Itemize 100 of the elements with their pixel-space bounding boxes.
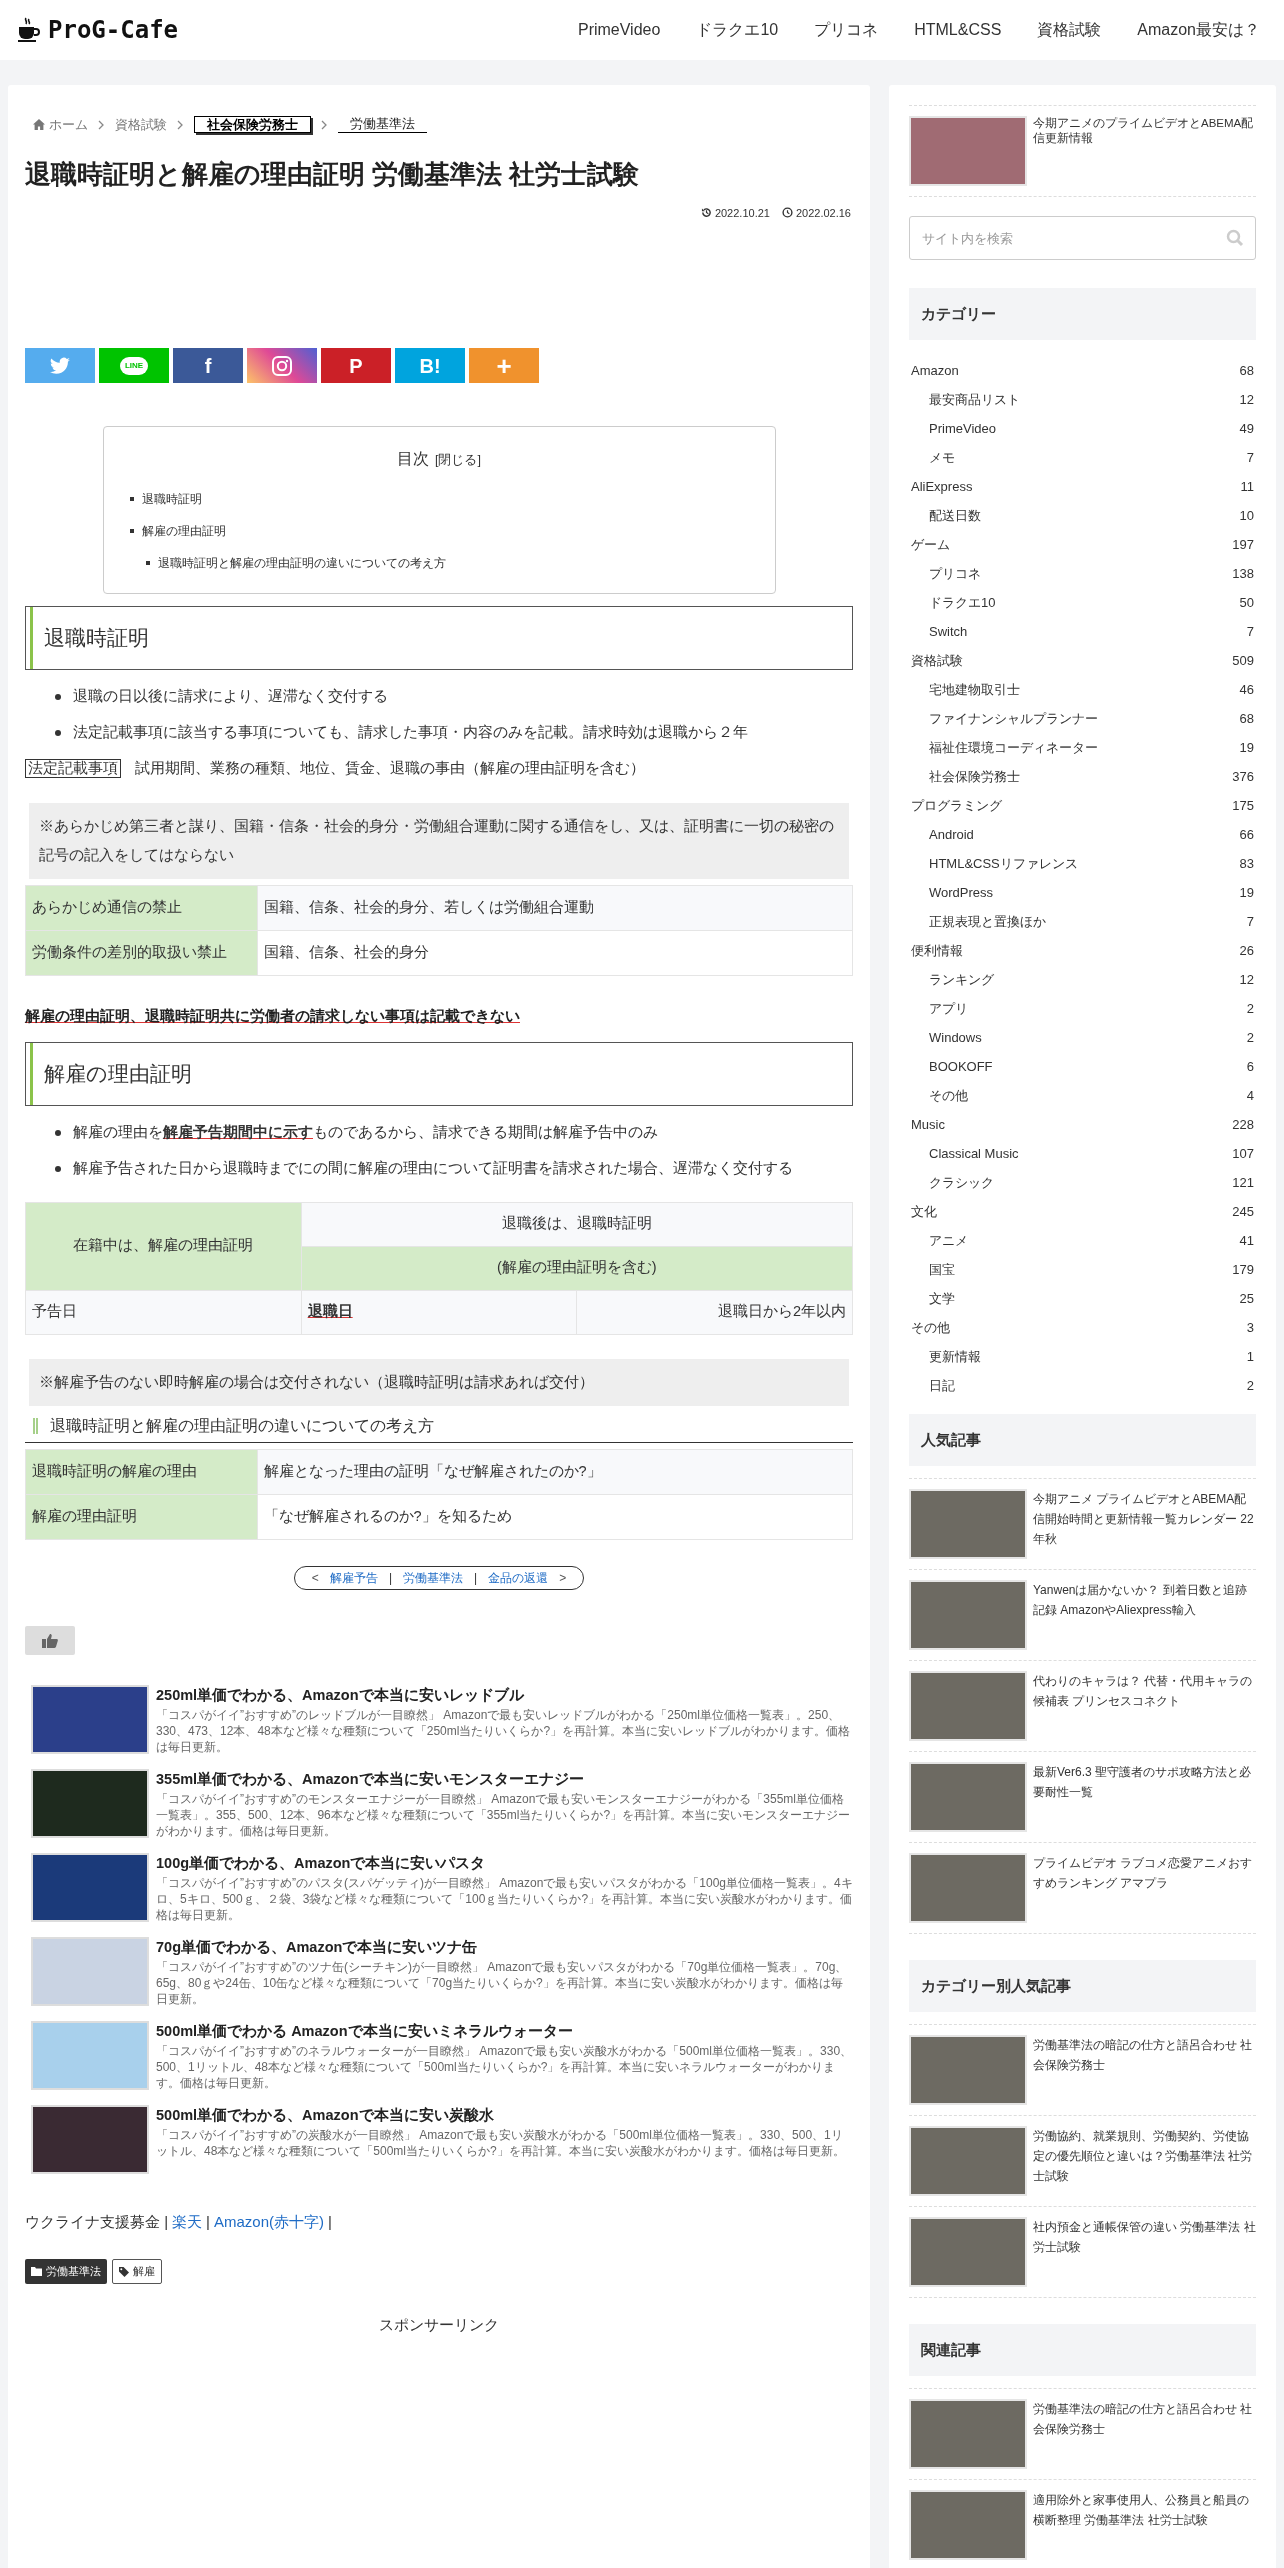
category-link[interactable]: BOOKOFF: [929, 1056, 993, 1077]
post-link[interactable]: 労働基準法の暗記の仕方と語呂合わせ 社会保険労務士: [1033, 2035, 1256, 2105]
category-link[interactable]: その他: [911, 1317, 950, 1338]
category-count: 12: [1239, 970, 1254, 989]
category-link[interactable]: プログラミング: [911, 795, 1002, 816]
category-link[interactable]: Windows: [929, 1027, 982, 1048]
category-link[interactable]: 国宝: [929, 1259, 955, 1280]
post-link[interactable]: 労働基準法の暗記の仕方と語呂合わせ 社会保険労務士: [1033, 2399, 1256, 2469]
bullet-text: 解雇予告された日から退職時までにの間に解雇の理由について証明書を請求された場合、遅滞なく交付する: [73, 1158, 793, 1178]
toc-link[interactable]: 退職時証明と解雇の理由証明の違いについての考え方: [157, 554, 446, 572]
pager-arrow[interactable]: <: [311, 1568, 319, 1587]
category-link[interactable]: 宅地建物取引士: [929, 679, 1020, 700]
category-link[interactable]: WordPress: [929, 882, 994, 903]
post-link[interactable]: プライムビデオ ラブコメ恋愛アニメおすすめランキング アマプラ: [1033, 1853, 1256, 1923]
donation-link[interactable]: 楽天: [172, 2210, 203, 2233]
pager-link[interactable]: 金品の返還: [488, 1568, 549, 1587]
category-count: 138: [1232, 564, 1254, 583]
category-link[interactable]: 日記: [929, 1375, 955, 1396]
category-link[interactable]: Amazon: [911, 360, 959, 381]
bullet-icon: [55, 1165, 61, 1172]
post-tag[interactable]: 解雇: [112, 2259, 162, 2284]
breadcrumb-link[interactable]: 資格試験: [115, 115, 167, 135]
category-link[interactable]: 資格試験: [911, 650, 963, 671]
category-link[interactable]: PrimeVideo: [929, 418, 996, 439]
category-link[interactable]: 文学: [929, 1288, 955, 1309]
update-date: 2022.10.21: [714, 205, 770, 221]
category-link[interactable]: アプリ: [929, 998, 968, 1019]
site-logo[interactable]: ProG-Cafe: [48, 12, 179, 48]
category-link[interactable]: Classical Music: [929, 1143, 1019, 1164]
toc-link[interactable]: 解雇の理由証明: [141, 522, 226, 540]
category-link[interactable]: 正規表現と置換ほか: [929, 911, 1046, 932]
bullet-text: 解雇の理由を解雇予告期間中に示すものであるから、請求できる期間は解雇予告中のみ: [73, 1123, 658, 1142]
pager-link[interactable]: 労働基準法: [403, 1568, 463, 1587]
share-button[interactable]: [247, 348, 317, 383]
search-field[interactable]: サイト内を検索: [909, 216, 1256, 260]
like-button[interactable]: [25, 1625, 75, 1655]
product-link[interactable]: 500ml単価でわかる Amazonで本当に安いミネラルウォーター: [156, 2020, 853, 2041]
category-link[interactable]: ランキング: [929, 969, 994, 990]
category-count: 3: [1246, 1318, 1254, 1337]
category-count: 26: [1239, 941, 1254, 960]
product-link[interactable]: 70g単価でわかる、Amazonで本当に安いツナ缶: [156, 1936, 853, 1957]
category-link[interactable]: AliExpress: [911, 476, 973, 497]
post-link[interactable]: 代わりのキャラは？ 代替・代用キャラの候補表 プリンセスコネクト: [1033, 1671, 1256, 1741]
home-icon: [33, 119, 45, 131]
donation-link[interactable]: Amazon(赤十字): [214, 2210, 324, 2233]
category-link[interactable]: Music: [911, 1114, 945, 1135]
product-description: 「コスパがイイ”おすすめ”のモンスターエナジーが一目瞭然」 Amazonで最も安いモンスターエナジーがわかる「355ml単位価格一覧表」。355、500、12本、96本など様々な種類について「355ml当たりいくらか?」を再計算。本当に安いモンスターエナジーがわかります。価格は毎日更新。: [156, 1790, 852, 1839]
share-button[interactable]: f: [173, 348, 243, 383]
category-link[interactable]: 配送日数: [929, 505, 981, 526]
category-link[interactable]: 最安商品リスト: [929, 389, 1020, 410]
post-link[interactable]: Yanwenは届かないか？ 到着日数と追跡記録 AmazonやAliexpress輸入: [1033, 1580, 1256, 1650]
bullet-icon: [129, 497, 134, 501]
post-link[interactable]: 適用除外と家事使用人、公務員と船員の横断整理 労働基準法 社労士試験: [1033, 2490, 1256, 2560]
category-link[interactable]: アニメ: [929, 1230, 968, 1251]
breadcrumb-link[interactable]: ホーム: [49, 115, 88, 135]
category-link[interactable]: ゲーム: [911, 534, 950, 555]
category-link[interactable]: メモ: [929, 447, 955, 468]
category-link[interactable]: 社会保険労務士: [929, 766, 1020, 787]
breadcrumb-link[interactable]: 労働基準法: [338, 116, 427, 134]
product-link[interactable]: 355ml単価でわかる、Amazonで本当に安いモンスターエナジー: [156, 1768, 853, 1789]
chevron-right-icon: [98, 119, 105, 130]
nav-link[interactable]: 資格試験: [1037, 18, 1102, 42]
product-link[interactable]: 250ml単価でわかる、Amazonで本当に安いレッドブル: [156, 1684, 853, 1705]
category-count: 11: [1240, 477, 1254, 496]
nav-link[interactable]: ドラクエ10: [696, 18, 779, 42]
nav-link[interactable]: HTML&CSS: [914, 18, 1002, 42]
post-link[interactable]: 今期アニメ プライムビデオとABEMA配信開始時間と更新情報一覧カレンダー 22年秋: [1033, 1489, 1256, 1559]
product-link[interactable]: 500ml単価でわかる、Amazonで本当に安い炭酸水: [156, 2104, 853, 2125]
category-count: 107: [1232, 1144, 1254, 1163]
category-link[interactable]: HTML&CSSリファレンス: [929, 853, 1078, 874]
nav-link[interactable]: プリコネ: [814, 18, 879, 42]
category-link[interactable]: 便利情報: [911, 940, 963, 961]
post-link[interactable]: 最新Ver6.3 聖守護者のサポ攻略方法と必要耐性一覧: [1033, 1762, 1256, 1832]
breadcrumb-link[interactable]: 社会保険労務士: [194, 116, 311, 134]
toc-toggle[interactable]: [閉じる]: [435, 451, 481, 470]
label-tag: 法定記載事項: [25, 758, 121, 778]
pager-arrow[interactable]: >: [559, 1568, 567, 1587]
category-link[interactable]: Android: [929, 824, 974, 845]
category-link[interactable]: クラシック: [929, 1172, 994, 1193]
table-cell: 退職後は、退職時証明: [301, 1202, 853, 1246]
share-button[interactable]: P: [321, 348, 391, 383]
product-description: 「コスパがイイ”おすすめ”の炭酸水が一目瞭然」 Amazonで最も安い炭酸水がわかる「500ml単位価格一覧表」。330、500、1リットル、48本など様々な種類について「500ml当たりいくらか?」を再計算。本当に安い炭酸水がわかります。価格は毎日更新。: [156, 2126, 846, 2159]
toc-link[interactable]: 退職時証明: [141, 490, 202, 508]
post-link[interactable]: 今期アニメのプライムビデオとABEMA配信更新情報: [1033, 116, 1256, 186]
category-link[interactable]: ファイナンシャルプランナー: [929, 708, 1098, 729]
nav-link[interactable]: PrimeVideo: [577, 18, 661, 42]
category-link[interactable]: 文化: [911, 1201, 937, 1222]
category-link[interactable]: ドラクエ10: [929, 592, 996, 613]
pager-link[interactable]: 解雇予告: [329, 1568, 378, 1587]
post-link[interactable]: 社内預金と通帳保管の違い 労働基準法 社労士試験: [1033, 2217, 1256, 2287]
nav-link[interactable]: Amazon最安は？: [1137, 18, 1260, 42]
category-tag[interactable]: 労働基準法: [25, 2259, 107, 2284]
category-link[interactable]: 福祉住環境コーディネーター: [929, 737, 1098, 758]
product-link[interactable]: 100g単価でわかる、Amazonで本当に安いパスタ: [156, 1852, 853, 1873]
category-link[interactable]: その他: [929, 1085, 968, 1106]
category-link[interactable]: Switch: [929, 621, 968, 642]
category-link[interactable]: プリコネ: [929, 563, 981, 584]
post-link[interactable]: 労働協約、就業規則、労働契約、労使協定の優先順位と違いは？労働基準法 社労士試験: [1033, 2126, 1256, 2196]
category-link[interactable]: 更新情報: [929, 1346, 981, 1367]
category-count: 1: [1246, 1347, 1254, 1366]
